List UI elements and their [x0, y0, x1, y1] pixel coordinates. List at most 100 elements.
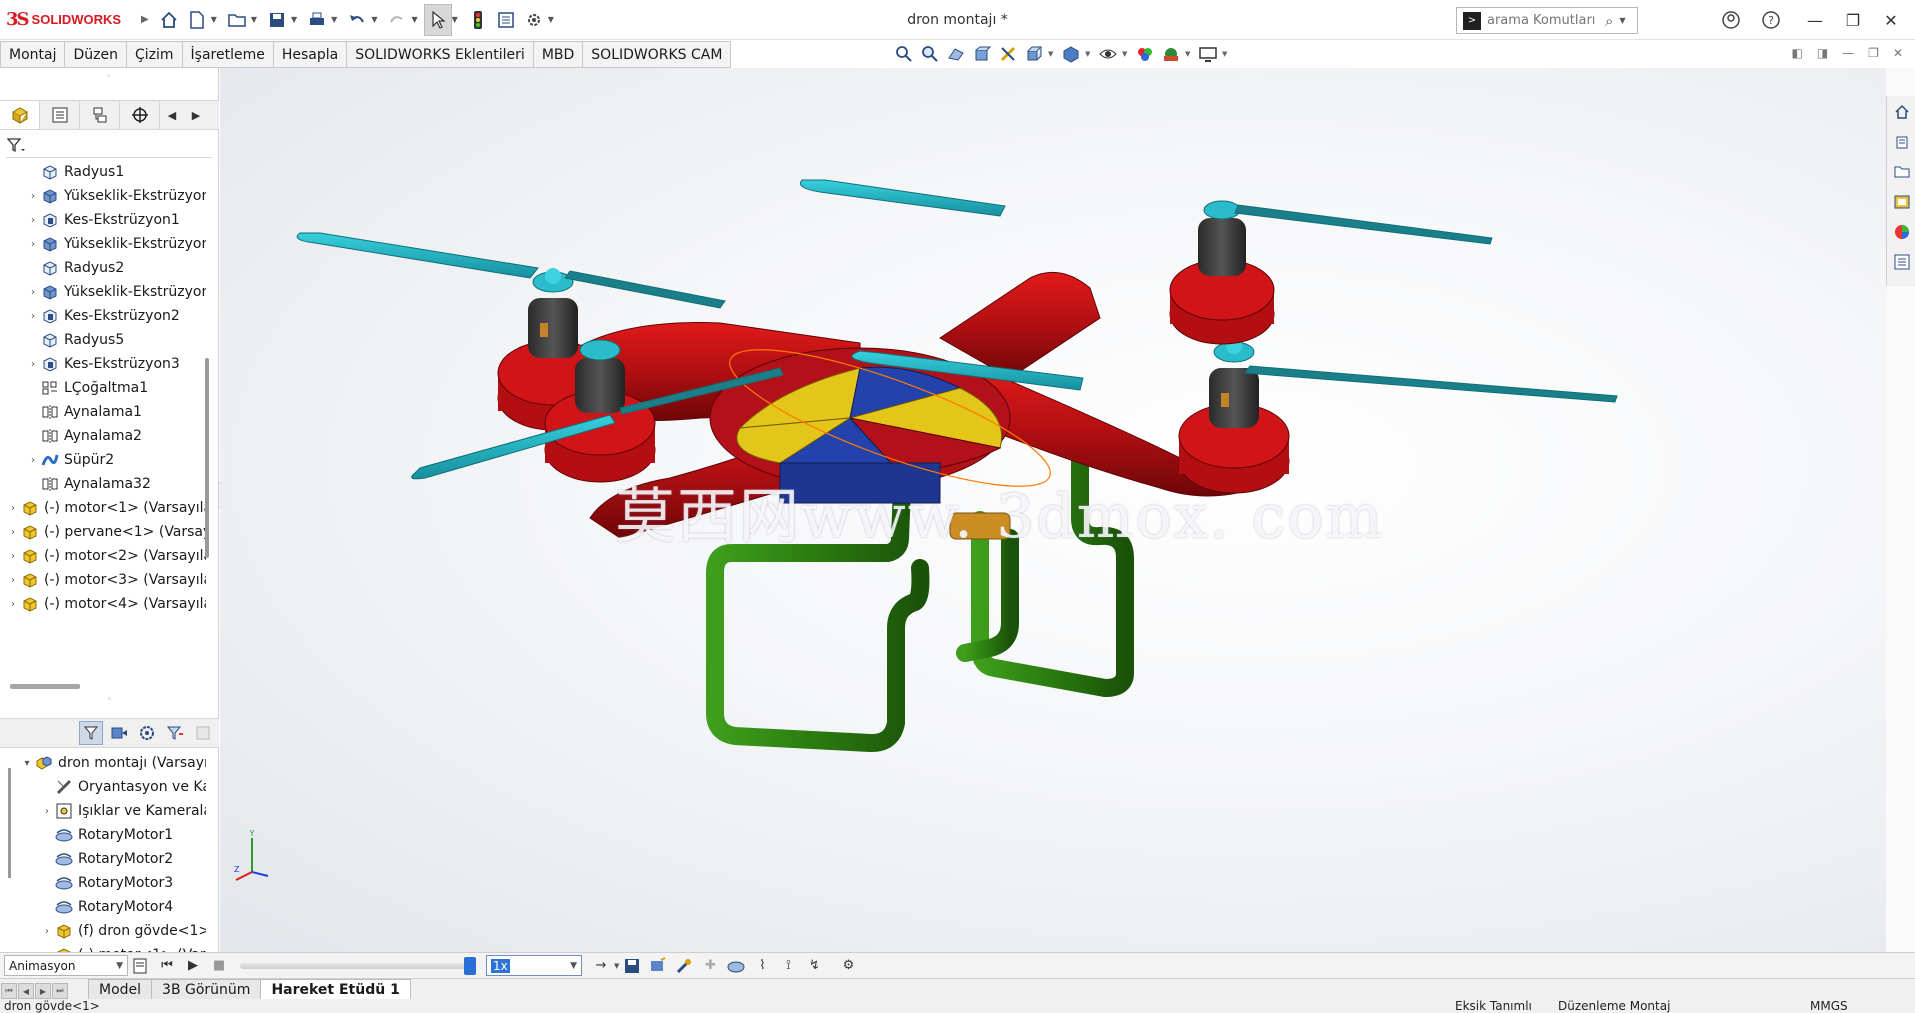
open-folder-icon[interactable] [223, 4, 251, 36]
zoom-to-fit-icon[interactable] [892, 43, 916, 65]
motion-study-properties-icon[interactable]: ⚙ [835, 955, 861, 977]
expand-arrow-icon[interactable]: › [6, 599, 20, 610]
feature-tree-scrollbar[interactable] [205, 358, 209, 558]
tree-item[interactable]: Aynalama32 [0, 472, 206, 496]
viewport-close-icon[interactable]: ✕ [1893, 46, 1903, 60]
tree-item[interactable]: › (f) dron gövde<1> [0, 919, 206, 943]
playback-mode-icon[interactable]: → [588, 955, 614, 977]
save-icon[interactable] [263, 4, 291, 36]
expand-arrow-icon[interactable]: › [40, 806, 54, 817]
property-manager-tab[interactable] [40, 101, 80, 129]
appearances-scenes-icon[interactable] [1889, 218, 1915, 246]
save-dropdown-icon[interactable]: ▼ [291, 15, 297, 24]
tab-cizim[interactable]: Çizim [126, 41, 183, 68]
motor-icon[interactable] [723, 955, 749, 977]
tab-duzen[interactable]: Düzen [65, 41, 127, 68]
stop-icon[interactable]: ■ [206, 955, 232, 977]
dynamic-annotation-icon[interactable] [996, 43, 1020, 65]
feature-manager-tab[interactable] [0, 101, 40, 129]
apply-scene-dropdown-icon[interactable]: ▼ [1185, 50, 1194, 58]
tab-model[interactable]: Model [88, 979, 153, 999]
minimize-window-icon[interactable]: — [1800, 6, 1830, 34]
new-dropdown-icon[interactable]: ▼ [211, 15, 217, 24]
damper-icon[interactable]: ⟟ [775, 955, 801, 977]
expand-arrow-icon[interactable]: › [26, 287, 40, 298]
tree-item[interactable]: Radyus1 [0, 160, 206, 184]
tree-item[interactable]: Oryantasyon ve Kamera Görünümleri [0, 775, 206, 799]
print-dropdown-icon[interactable]: ▼ [331, 15, 337, 24]
feature-tree-horizontal-scrollbar[interactable] [10, 684, 80, 689]
tab-next-icon[interactable]: ▶ [35, 983, 51, 999]
tree-item[interactable]: › Süpür2 [0, 448, 206, 472]
search-input[interactable] [1487, 13, 1605, 28]
hide-show-items-icon[interactable] [1096, 43, 1120, 65]
viewport-restore-icon[interactable]: ❐ [1868, 46, 1879, 60]
tab-hesapla[interactable]: Hesapla [273, 41, 348, 68]
user-account-icon[interactable] [1716, 6, 1746, 34]
expand-arrow-icon[interactable]: › [26, 311, 40, 322]
help-icon[interactable]: ? [1756, 6, 1786, 34]
playback-slider[interactable] [240, 956, 476, 975]
redo-dropdown-icon[interactable]: ▼ [411, 15, 417, 24]
save-animation-icon[interactable] [619, 955, 645, 977]
tree-item[interactable]: Aynalama2 [0, 424, 206, 448]
tree-item[interactable]: RotaryMotor1 [0, 823, 206, 847]
tree-item[interactable]: › (-) pervane<1> (Varsayılan) [0, 520, 206, 544]
tree-item[interactable]: › (-) motor<3> (Varsayılan) [0, 568, 206, 592]
tab-prev-icon[interactable]: ◀ [18, 983, 34, 999]
expand-arrow-icon[interactable]: › [6, 527, 20, 538]
expand-arrow-icon[interactable]: › [6, 575, 20, 586]
playback-speed-select[interactable]: 1x ▼ [486, 955, 582, 976]
graphics-viewport[interactable]: 莫西网www. 3dmox. com Y Z [220, 68, 1886, 952]
tree-item[interactable]: RotaryMotor3 [0, 871, 206, 895]
view-orientation-icon[interactable] [1022, 43, 1046, 65]
search-dropdown-icon[interactable]: ▼ [1619, 16, 1625, 25]
tree-item[interactable]: RotaryMotor2 [0, 847, 206, 871]
expand-arrow-icon[interactable]: › [26, 359, 40, 370]
tab-solidworks-eklentileri[interactable]: SOLIDWORKS Eklentileri [347, 41, 534, 68]
playback-slider-knob[interactable] [464, 956, 476, 975]
panel-splitter[interactable]: ◦ [0, 695, 219, 707]
section-view-icon[interactable] [970, 43, 994, 65]
traffic-light-icon[interactable] [464, 4, 492, 36]
expand-arrow-icon[interactable]: › [40, 926, 54, 937]
tree-item[interactable]: RotaryMotor4 [0, 895, 206, 919]
undo-dropdown-icon[interactable]: ▼ [371, 15, 377, 24]
tab-last-icon[interactable]: ⏭ [52, 983, 68, 999]
tab-first-icon[interactable]: ⏮ [1, 983, 17, 999]
tree-item[interactable]: › Kes-Ekstrüzyon2 [0, 304, 206, 328]
tree-item[interactable]: › Işıklar ve Kameralar [0, 799, 206, 823]
tree-item[interactable]: › Kes-Ekstrüzyon3 [0, 352, 206, 376]
new-document-icon[interactable] [183, 4, 211, 36]
spring-icon[interactable]: ⌇ [749, 955, 775, 977]
display-style-icon[interactable] [1059, 43, 1083, 65]
filter-selected-icon[interactable] [163, 721, 187, 745]
play-from-start-icon[interactable]: ⏮ [154, 955, 180, 977]
play-icon[interactable]: ▶ [180, 955, 206, 977]
view-settings-dropdown-icon[interactable]: ▼ [1222, 50, 1231, 58]
restore-window-icon[interactable]: ❐ [1838, 6, 1868, 34]
study-type-select[interactable]: Animasyon ▼ [4, 955, 128, 976]
filter-driving-icon[interactable] [135, 721, 159, 745]
tabs-scroll-left-icon[interactable]: ◀ [160, 109, 184, 122]
expand-arrow-icon[interactable]: › [26, 191, 40, 202]
view-orientation-dropdown-icon[interactable]: ▼ [1048, 50, 1057, 58]
tree-item[interactable]: Radyus5 [0, 328, 206, 352]
options-dropdown-icon[interactable]: ▼ [548, 15, 554, 24]
tree-item[interactable]: ▾ dron montajı (Varsayılan) [0, 751, 206, 775]
tree-item[interactable]: › (-) motor<2> (Varsayılan) [0, 544, 206, 568]
select-pointer-icon[interactable] [423, 3, 452, 36]
tree-item[interactable]: Aynalama1 [0, 400, 206, 424]
status-units[interactable]: MMGS [1810, 999, 1848, 1013]
expand-arrow-icon[interactable]: › [6, 503, 20, 514]
tab-isaretleme[interactable]: İşaretleme [182, 41, 274, 68]
tree-item[interactable]: LÇoğaltma1 [0, 376, 206, 400]
tab-solidworks-cam[interactable]: SOLIDWORKS CAM [583, 41, 732, 68]
configuration-manager-tab[interactable] [80, 101, 120, 129]
tree-item[interactable]: › Yükseklik-Ekstrüzyon [0, 280, 206, 304]
home-icon[interactable] [155, 4, 183, 36]
split-horizontal-icon[interactable]: ◧ [1791, 46, 1802, 60]
autokey-icon[interactable] [671, 955, 697, 977]
tabs-scroll-right-icon[interactable]: ▶ [184, 109, 208, 122]
print-icon[interactable] [303, 4, 331, 36]
